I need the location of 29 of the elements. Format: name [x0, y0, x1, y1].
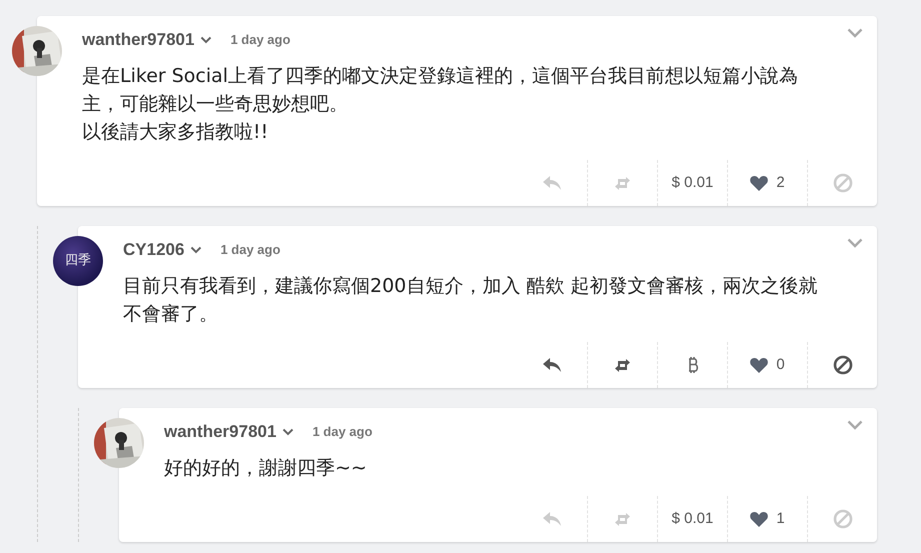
heart-icon — [750, 511, 768, 527]
caret-icon[interactable] — [282, 428, 294, 436]
comment-text: 好的好的，謝謝四季~~ — [164, 456, 368, 481]
chevron-icon[interactable] — [847, 420, 863, 430]
avatar: 四季 — [53, 236, 103, 286]
like-count: 1 — [776, 508, 785, 529]
tip-amount[interactable]: $ 0.01 — [672, 172, 714, 194]
timestamp: 1 day ago — [312, 423, 372, 442]
author-name[interactable]: wanther97801 — [164, 419, 276, 445]
caret-icon[interactable] — [190, 246, 202, 254]
timestamp: 1 day ago — [230, 31, 290, 50]
repost-icon[interactable] — [614, 358, 631, 372]
like-count: 2 — [776, 172, 785, 193]
like-count: 0 — [776, 354, 785, 375]
reply-icon[interactable] — [543, 358, 561, 372]
author-name[interactable]: wanther97801 — [82, 27, 194, 53]
bitcoin-icon[interactable] — [686, 357, 698, 373]
heart-icon — [750, 175, 768, 191]
heart-icon — [750, 357, 768, 373]
caret-icon[interactable] — [200, 36, 212, 44]
block-icon[interactable] — [832, 355, 852, 375]
comment-text: 目前只有我看到，建議你寫個200自短介，加入 酷欸 起初發文會審核，兩次之後就不會審了。 — [123, 274, 818, 327]
comment-text: 以後請大家多指教啦!! — [82, 120, 270, 145]
tip-amount[interactable]: $ 0.01 — [672, 508, 714, 530]
author-name[interactable]: CY1206 — [123, 237, 184, 263]
comment-text: 是在Liker Social上看了四季的嘟文決定登錄這裡的，這個平台我目前想以短篇小說為主，可能雜以一些奇思妙想吧。 — [82, 64, 800, 117]
timestamp: 1 day ago — [220, 241, 280, 260]
chevron-icon[interactable] — [847, 238, 863, 248]
chevron-icon[interactable] — [847, 28, 863, 38]
